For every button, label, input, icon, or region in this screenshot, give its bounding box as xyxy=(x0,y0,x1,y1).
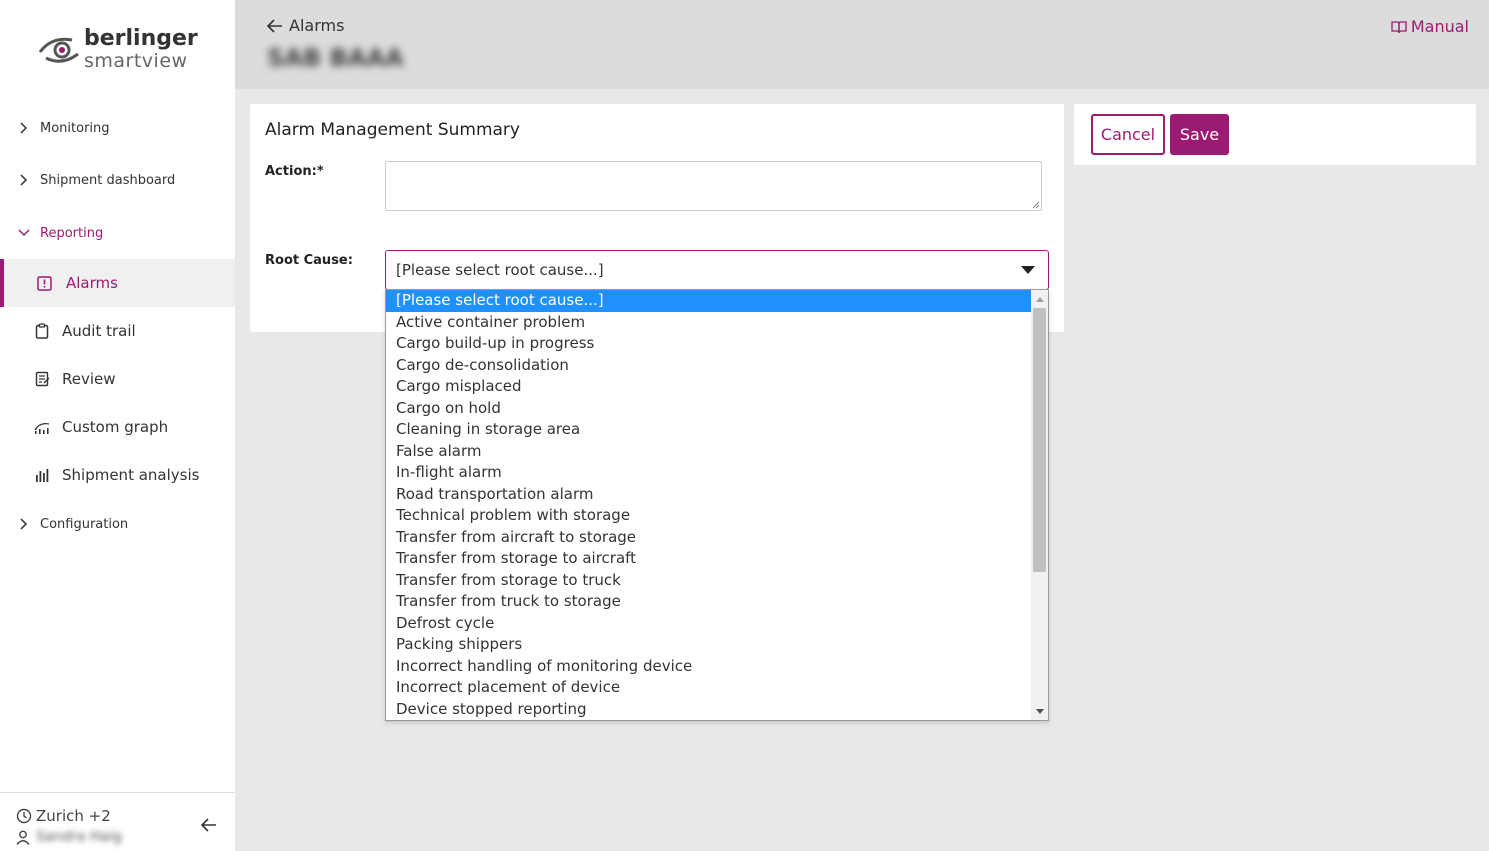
dropdown-option[interactable]: Transfer from aircraft to storage xyxy=(386,527,1032,549)
timezone-display[interactable]: Zurich +2 xyxy=(16,807,111,825)
chevron-right-icon xyxy=(0,174,40,186)
action-textarea[interactable] xyxy=(385,161,1042,211)
chevron-right-icon xyxy=(0,518,40,530)
scrollbar-thumb[interactable] xyxy=(1033,308,1046,572)
root-cause-label: Root Cause: xyxy=(265,253,353,268)
dropdown-option[interactable]: Cargo build-up in progress xyxy=(386,333,1032,355)
sidebar-item-label: Custom graph xyxy=(62,418,169,436)
book-icon xyxy=(1391,20,1407,33)
scroll-up-icon[interactable] xyxy=(1031,292,1048,306)
sidebar: berlinger smartview Monitoring Shipment … xyxy=(0,0,235,851)
sidebar-item-review[interactable]: Review xyxy=(0,355,235,403)
dropdown-option[interactable]: Transfer from storage to aircraft xyxy=(386,548,1032,570)
arrow-left-icon xyxy=(267,18,282,33)
sidebar-item-label: Audit trail xyxy=(62,322,136,340)
chevron-down-icon xyxy=(0,228,40,238)
sidebar-item-shipment-dashboard[interactable]: Shipment dashboard xyxy=(0,168,235,192)
user-display[interactable]: Sandra Haig xyxy=(16,829,122,845)
root-cause-selected-value: [Please select root cause...] xyxy=(396,261,604,279)
logo-brand: berlinger xyxy=(84,26,198,51)
scroll-down-icon[interactable] xyxy=(1031,704,1048,718)
dropdown-option[interactable]: Cargo on hold xyxy=(386,398,1032,420)
page-header: Alarms SAB BAAA Manual xyxy=(235,0,1489,89)
dropdown-option[interactable]: Device stopped reporting xyxy=(386,699,1032,721)
dropdown-option[interactable]: Defrost cycle xyxy=(386,613,1032,635)
caret-down-icon xyxy=(1021,266,1035,274)
review-checklist-icon xyxy=(0,371,62,387)
collapse-sidebar-button[interactable] xyxy=(200,817,218,837)
dropdown-option[interactable]: Transfer from storage to truck xyxy=(386,570,1032,592)
sidebar-item-alarms[interactable]: Alarms xyxy=(0,259,235,307)
dropdown-option[interactable]: Road transportation alarm xyxy=(386,484,1032,506)
sidebar-item-label: Shipment analysis xyxy=(62,466,200,484)
dropdown-option[interactable]: Active container problem xyxy=(386,312,1032,334)
sidebar-item-label: Shipment dashboard xyxy=(40,172,176,188)
cancel-button[interactable]: Cancel xyxy=(1091,114,1165,155)
back-to-alarms-link[interactable]: Alarms xyxy=(267,16,344,35)
clipboard-icon xyxy=(0,323,62,339)
card-title: Alarm Management Summary xyxy=(265,120,520,140)
dropdown-options: [Please select root cause...] Active cont… xyxy=(386,290,1048,720)
dropdown-option[interactable]: Incorrect handling of monitoring device xyxy=(386,656,1032,678)
eye-logo-icon xyxy=(38,37,79,63)
graph-icon xyxy=(0,420,62,434)
sidebar-item-custom-graph[interactable]: Custom graph xyxy=(0,403,235,451)
root-cause-dropdown-list[interactable]: [Please select root cause...] Active cont… xyxy=(385,289,1049,721)
dropdown-option[interactable]: In-flight alarm xyxy=(386,462,1032,484)
dropdown-option[interactable]: [Please select root cause...] xyxy=(386,290,1032,312)
sidebar-item-label: Alarms xyxy=(66,274,118,292)
timezone-label: Zurich +2 xyxy=(36,807,111,825)
dropdown-option[interactable]: Packing shippers xyxy=(386,634,1032,656)
dropdown-option[interactable]: Incorrect placement of device xyxy=(386,677,1032,699)
arrow-left-icon xyxy=(200,818,216,832)
dropdown-option[interactable]: Cargo misplaced xyxy=(386,376,1032,398)
sidebar-item-configuration[interactable]: Configuration xyxy=(0,512,235,536)
chevron-right-icon xyxy=(0,122,40,134)
action-label: Action:* xyxy=(265,164,324,179)
sidebar-item-label: Configuration xyxy=(40,516,129,532)
dropdown-option[interactable]: False alarm xyxy=(386,441,1032,463)
sidebar-item-shipment-analysis[interactable]: Shipment analysis xyxy=(0,451,235,499)
root-cause-select[interactable]: [Please select root cause...] xyxy=(385,250,1049,290)
user-icon xyxy=(16,830,30,845)
berlinger-logo[interactable]: berlinger smartview xyxy=(38,26,208,76)
dropdown-option[interactable]: Technical problem with storage xyxy=(386,505,1032,527)
sidebar-item-monitoring[interactable]: Monitoring xyxy=(0,116,235,140)
save-button[interactable]: Save xyxy=(1170,114,1229,155)
manual-label: Manual xyxy=(1410,17,1469,36)
sidebar-item-label: Review xyxy=(62,370,116,388)
dropdown-option[interactable]: Cargo de-consolidation xyxy=(386,355,1032,377)
sidebar-item-audit-trail[interactable]: Audit trail xyxy=(0,307,235,355)
sidebar-item-label: Monitoring xyxy=(40,120,110,136)
alert-square-icon xyxy=(4,275,66,291)
sidebar-item-label: Reporting xyxy=(40,225,104,241)
dropdown-scrollbar[interactable] xyxy=(1031,290,1048,720)
sidebar-footer: Zurich +2 Sandra Haig xyxy=(0,792,235,851)
clock-icon xyxy=(16,808,32,824)
logo-product: smartview xyxy=(84,50,188,72)
resize-grip-icon[interactable] xyxy=(1032,201,1040,209)
actions-card: Cancel Save xyxy=(1074,104,1476,165)
sidebar-item-reporting[interactable]: Reporting xyxy=(0,221,235,245)
page-title: SAB BAAA xyxy=(267,44,404,72)
dropdown-option[interactable]: Cleaning in storage area xyxy=(386,419,1032,441)
manual-link[interactable]: Manual xyxy=(1391,17,1469,36)
user-name: Sandra Haig xyxy=(36,829,122,845)
dropdown-option[interactable]: Transfer from truck to storage xyxy=(386,591,1032,613)
back-label: Alarms xyxy=(289,16,345,35)
bar-chart-icon xyxy=(0,468,62,482)
